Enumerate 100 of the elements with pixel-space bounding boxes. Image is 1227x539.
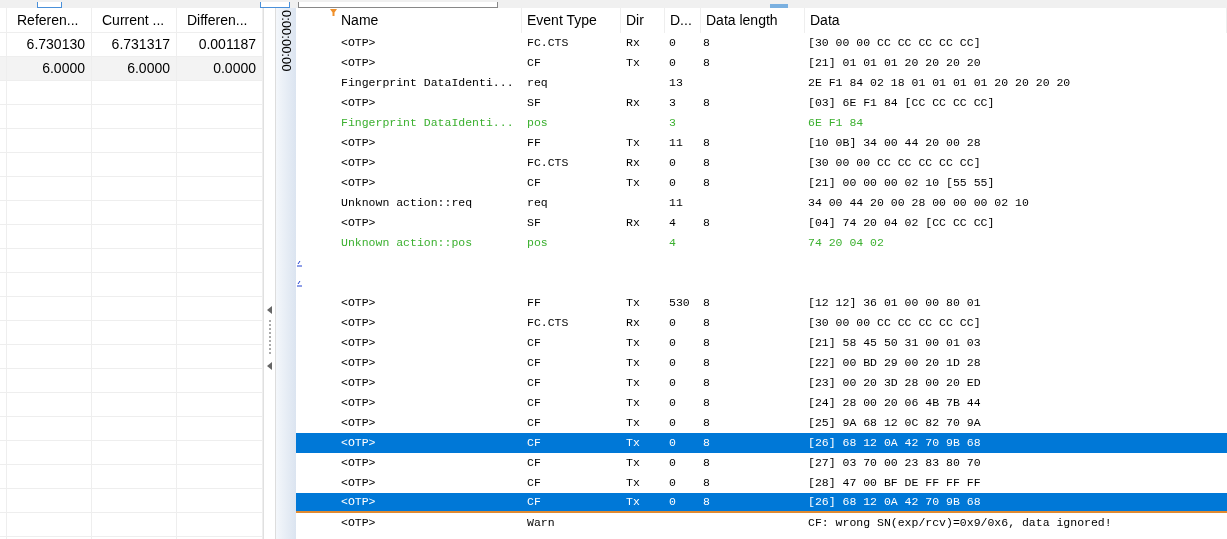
table-cell-text: 3 [668, 95, 677, 112]
toolbar-button[interactable] [260, 2, 290, 8]
trace-row[interactable]: <OTP> CF Tx 0 8 [27] 03 70 00 23 83 80 70 [296, 453, 1227, 473]
column-header[interactable]: Current ... [92, 8, 177, 32]
table-cell-text: [21] 00 00 00 02 10 [55 55] [807, 175, 996, 192]
trace-row[interactable]: <OTP> FC.CTS Rx 0 8 [30 00 00 CC CC CC CC CC] [296, 33, 1227, 53]
table-cell-text: 8 [702, 435, 711, 452]
trace-row[interactable]: <OTP> FC.CTS Rx 0 8 [30 00 00 CC CC CC CC CC] [296, 153, 1227, 173]
table-cell-text: 0 [668, 475, 677, 492]
table-cell-text: 4 [668, 235, 677, 252]
table-cell-text: [30 00 00 CC CC CC CC CC] [807, 315, 982, 332]
search-field[interactable] [298, 2, 498, 8]
marker-icon[interactable] [297, 279, 302, 287]
table-cell-text: 8 [702, 35, 711, 52]
table-cell-text: 3 [668, 115, 677, 132]
trace-row[interactable]: <OTP> CF Tx 0 8 [25] 9A 68 12 0C 82 70 9A [296, 413, 1227, 433]
column-header[interactable]: Referen... [7, 8, 92, 32]
table-cell-text: 8 [702, 335, 711, 352]
column-header[interactable]: Data length [701, 8, 805, 33]
table-cell-text: FC.CTS [526, 155, 570, 172]
table-row[interactable]: 6.730130 6.731317 0.001187 [0, 33, 263, 57]
table-cell-text: Tx [625, 475, 641, 492]
table-cell-text: FF [526, 135, 542, 152]
table-cell-text: CF [526, 415, 542, 432]
trace-row[interactable]: <OTP> CF Tx 0 8 [24] 28 00 20 06 4B 7B 44 [296, 393, 1227, 413]
table-cell-text: 13 [668, 75, 684, 92]
table-cell-text: [21] 58 45 50 31 00 01 03 [807, 335, 982, 352]
column-header[interactable]: Differen... [177, 8, 263, 32]
trace-row[interactable]: Unknown action::req req 11 34 00 44 20 00 28 00 00 00 02 10 [296, 193, 1227, 213]
trace-row[interactable]: <OTP> FC.CTS Rx 0 8 [30 00 00 CC CC CC CC CC] [296, 313, 1227, 333]
trace-row[interactable]: <OTP> CF Tx 0 8 [21] 01 01 01 20 20 20 20 [296, 53, 1227, 73]
marker-icon[interactable] [297, 259, 302, 267]
column-header[interactable]: D... [665, 8, 701, 33]
table-cell-text: FF [526, 295, 542, 312]
table-cell-text: 11 [668, 195, 684, 212]
trace-row[interactable]: <OTP> CF Tx 0 8 [23] 00 20 3D 28 00 20 ED [296, 373, 1227, 393]
column-header[interactable]: Data [805, 8, 1227, 33]
table-cell-text: Fingerprint DataIdenti... [340, 75, 515, 92]
table-cell-text: FC.CTS [526, 35, 570, 52]
table-cell: 6.730130 [7, 33, 92, 56]
table-cell-text: 0 [668, 494, 677, 511]
table-cell-text: 8 [702, 375, 711, 392]
table-cell-text: req [526, 195, 549, 212]
table-cell-text: 11 [668, 135, 684, 152]
collapse-left-icon[interactable] [267, 362, 272, 370]
toolbar-button[interactable] [37, 2, 62, 8]
table-cell-text: Tx [625, 415, 641, 432]
table-cell-text: Unknown action::req [340, 195, 474, 212]
trace-row[interactable]: <OTP> Warn CF: wrong SN(exp/rcv)=0x9/0x6, data ignored! [296, 513, 1227, 533]
table-cell-text: 0 [668, 375, 677, 392]
table-cell-text: Tx [625, 335, 641, 352]
table-cell-text: 0 [668, 335, 677, 352]
table-cell-text: [30 00 00 CC CC CC CC CC] [807, 155, 982, 172]
trace-row[interactable]: <OTP> CF Tx 0 8 [22] 00 BD 29 00 20 1D 28 [296, 353, 1227, 373]
table-cell-text: [28] 47 00 BF DE FF FF FF [807, 475, 982, 492]
table-cell-text: 8 [702, 295, 711, 312]
trace-row[interactable]: <OTP> SF Rx 3 8 [03] 6E F1 84 [CC CC CC CC] [296, 93, 1227, 113]
trace-row[interactable]: Fingerprint DataIdenti... req 13 2E F1 84 02 18 01 01 01 01 20 20 20 20 [296, 73, 1227, 93]
trace-row[interactable]: <OTP> CF Tx 0 8 [21] 00 00 00 02 10 [55 55] [296, 173, 1227, 193]
table-cell-text: Rx [625, 215, 641, 232]
table-cell-text: 8 [702, 475, 711, 492]
table-cell-text: <OTP> [340, 135, 377, 152]
table-row[interactable]: 6.0000 6.0000 0.0000 [0, 57, 263, 81]
trace-row[interactable]: <OTP> CF Tx 0 8 [28] 47 00 BF DE FF FF FF [296, 473, 1227, 493]
table-cell-text: <OTP> [340, 95, 377, 112]
trace-row[interactable]: <OTP> CF Tx 0 8 [21] 58 45 50 31 00 01 03 [296, 333, 1227, 353]
table-cell-text: <OTP> [340, 455, 377, 472]
table-cell-text: 8 [702, 315, 711, 332]
column-header[interactable]: Name [296, 8, 522, 33]
table-cell-text: [25] 9A 68 12 0C 82 70 9A [807, 415, 982, 432]
trace-row[interactable]: <OTP> CF Tx 0 8 [26] 68 12 0A 42 70 9B 68 [296, 433, 1227, 453]
table-cell-text: <OTP> [340, 175, 377, 192]
table-cell-text: <OTP> [340, 155, 377, 172]
table-cell-text: Tx [625, 395, 641, 412]
trace-row[interactable]: <OTP> FF Tx 530 8 [12 12] 36 01 00 00 80 01 [296, 293, 1227, 313]
trace-row[interactable]: <OTP> CF Tx 0 8 [26] 68 12 0A 42 70 9B 68 [296, 493, 1227, 513]
table-cell-text: Rx [625, 95, 641, 112]
column-header[interactable]: Dir [621, 8, 665, 33]
table-cell-text: 8 [702, 355, 711, 372]
table-cell-text: Rx [625, 315, 641, 332]
table-cell-text: 0 [668, 415, 677, 432]
table-cell-text: Tx [625, 135, 641, 152]
table-cell-text: Tx [625, 55, 641, 72]
table-cell-text: <OTP> [340, 415, 377, 432]
table-cell-text: 8 [702, 215, 711, 232]
table-cell-text: pos [526, 115, 549, 132]
table-cell-text: 0 [668, 155, 677, 172]
trace-row[interactable]: <OTP> SF Rx 4 8 [04] 74 20 04 02 [CC CC CC] [296, 213, 1227, 233]
table-cell-text: Rx [625, 155, 641, 172]
table-cell-text: [30 00 00 CC CC CC CC CC] [807, 35, 982, 52]
table-cell-text: [03] 6E F1 84 [CC CC CC CC] [807, 95, 996, 112]
trace-row[interactable]: <OTP> FF Tx 11 8 [10 0B] 34 00 44 20 00 28 [296, 133, 1227, 153]
collapse-left-icon[interactable] [267, 306, 272, 314]
table-cell-text: <OTP> [340, 435, 377, 452]
table-cell-text: [22] 00 BD 29 00 20 1D 28 [807, 355, 982, 372]
table-cell-text: Tx [625, 435, 641, 452]
column-title: Name [341, 11, 379, 30]
column-header[interactable]: Event Type [522, 8, 621, 33]
table-cell-text: 8 [702, 135, 711, 152]
table-cell-text: 0 [668, 55, 677, 72]
